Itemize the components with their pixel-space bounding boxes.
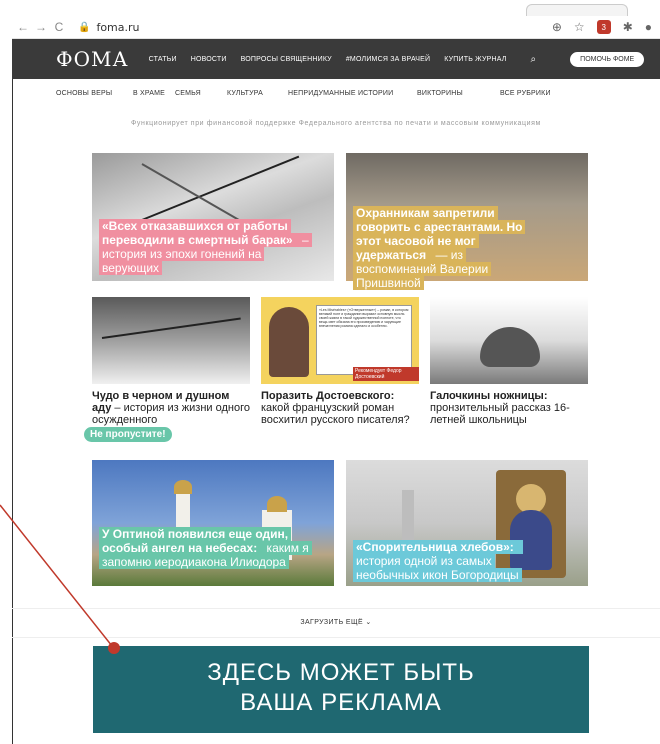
annotation-dot [108, 642, 120, 654]
annotation-pointer-line [0, 504, 113, 647]
annotation-overlay [0, 504, 120, 654]
